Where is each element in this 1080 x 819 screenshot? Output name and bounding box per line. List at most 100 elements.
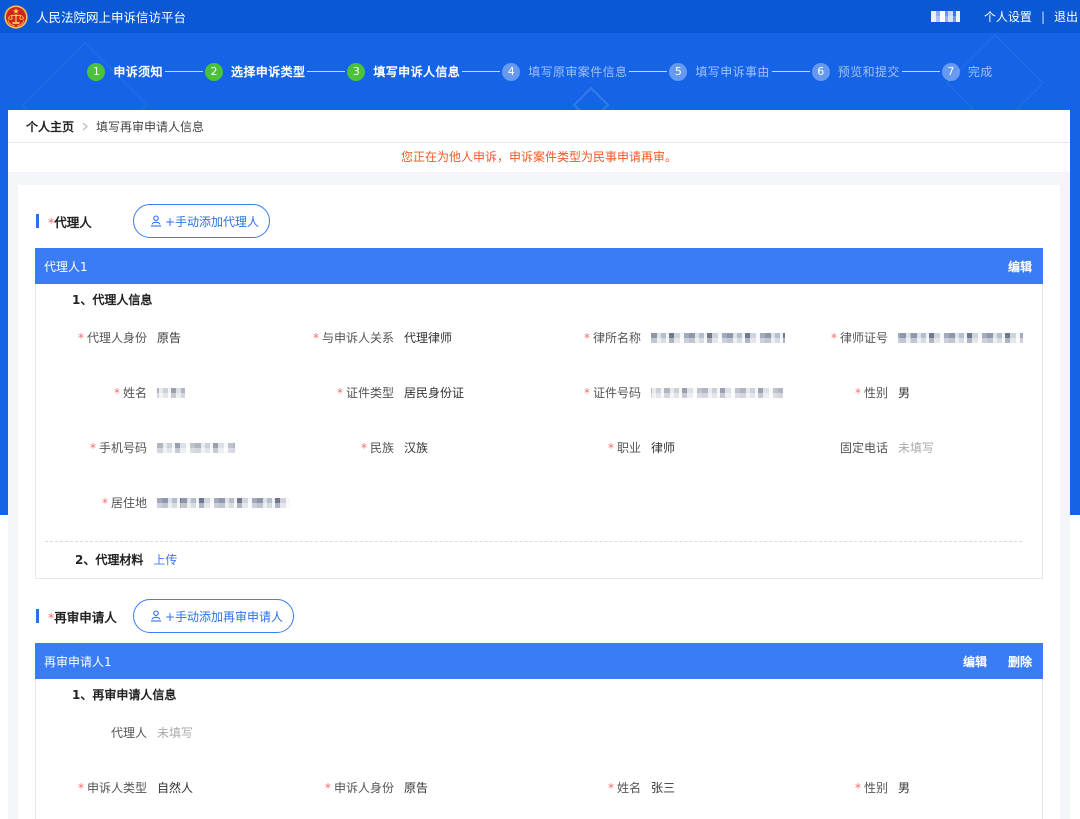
redacted-value — [898, 332, 1023, 343]
edit-agent-button[interactable]: 编辑 — [1008, 258, 1032, 275]
required-mark: * — [336, 386, 343, 400]
field-label-text: 证件号码 — [592, 386, 641, 400]
field-label: * 证件号码 — [539, 384, 641, 401]
field-applicant-type: * 申诉人类型 自然人 — [45, 779, 292, 796]
field-value: 张三 — [651, 781, 676, 795]
main-panel: 个人主页 填写再审申请人信息 您正在为他人申诉，申诉案件类型为民事申请再审。 *… — [8, 110, 1070, 819]
upload-link[interactable]: 上传 — [153, 551, 177, 570]
section-title-text: 再审申请人 — [54, 609, 117, 625]
required-mark: * — [360, 441, 367, 455]
site-title: 人民法院网上申诉信访平台 — [36, 10, 187, 25]
step-5: 5 填写申诉事由 — [669, 62, 769, 81]
field-row: * 申诉人类型 自然人 * 申诉人身份 原告 * 姓名 张三 * 性别 男 — [36, 760, 1042, 815]
field-id-number: * 证件号码 — [539, 384, 786, 401]
field-label-text: 职业 — [616, 441, 641, 455]
menu-separator: | — [1040, 9, 1045, 24]
form-area: *代理人 +手动添加代理人 代理人1 编辑 1、代理人信息 * 代理人身份 原告… — [8, 172, 1070, 819]
field-value: 未填写 — [898, 441, 935, 455]
field-label-text: 固定电话 — [839, 441, 888, 455]
settings-link[interactable]: 个人设置 — [984, 8, 1032, 25]
required-mark: * — [830, 331, 837, 345]
field-label: * 手机号码 — [45, 439, 147, 456]
edit-applicant-button[interactable]: 编辑 — [963, 653, 987, 670]
field-landline: 固定电话 未填写 — [786, 439, 1033, 456]
field-label-text: 姓名 — [122, 386, 147, 400]
field-label: * 性别 — [786, 384, 888, 401]
step-connector — [901, 71, 940, 72]
field-row: * 居住地 — [36, 475, 1042, 530]
field-value: 原告 — [404, 781, 429, 795]
field-agent-identity: * 代理人身份 原告 — [45, 329, 292, 346]
step-number: 1 — [87, 62, 106, 81]
add-applicant-button-label: +手动添加再审申请人 — [165, 609, 284, 624]
field-law-firm: * 律所名称 — [539, 329, 786, 346]
field-label-text: 证件类型 — [345, 386, 394, 400]
breadcrumb: 个人主页 填写再审申请人信息 — [8, 110, 1070, 143]
field-label-text: 代理人 — [110, 726, 147, 740]
field-label-text: 性别 — [863, 781, 888, 795]
field-label: * 代理人身份 — [45, 329, 147, 346]
step-label: 完成 — [967, 65, 993, 79]
step-2: 2 选择申诉类型 — [204, 62, 306, 81]
required-mark: * — [607, 441, 614, 455]
section-title-text: 代理人 — [54, 214, 92, 230]
field-row: * 手机号码 * 民族 汉族 * 职业 律师 固定电话 未填写 — [36, 420, 1042, 475]
required-mark: * — [324, 781, 331, 795]
step-label: 选择申诉类型 — [230, 65, 306, 79]
required-mark: * — [77, 331, 84, 345]
step-number: 7 — [941, 62, 960, 81]
field-label-text: 手机号码 — [98, 441, 147, 455]
field-row: 代理人 未填写 — [36, 705, 1042, 760]
field-label: * 律师证号 — [786, 329, 888, 346]
top-bar: 人民法院网上申诉信访平台 个人设置 | 退出 — [0, 0, 1080, 33]
redacted-value — [157, 442, 235, 453]
required-mark: * — [113, 386, 120, 400]
applicant-card-header: 再审申请人1 编辑 删除 — [35, 643, 1043, 679]
add-applicant-button[interactable]: +手动添加再审申请人 — [133, 599, 295, 633]
field-label-text: 民族 — [369, 441, 394, 455]
section-marker — [36, 214, 39, 228]
delete-applicant-button[interactable]: 删除 — [1008, 653, 1032, 670]
field-label-text: 申诉人身份 — [333, 781, 394, 795]
step-number: 3 — [347, 62, 366, 81]
agent-card-body: 1、代理人信息 *代理人身份 原告 *与申诉人关系 代理律师 *律所名称 — [35, 284, 1043, 579]
step-1: 1 申诉须知 — [87, 62, 163, 81]
step-number: 6 — [811, 62, 830, 81]
field-label: * 姓名 — [539, 779, 641, 796]
chevron-right-icon — [82, 122, 88, 131]
field-label-text: 姓名 — [616, 781, 641, 795]
materials-heading: 2、代理材料 — [75, 553, 144, 567]
redacted-value — [157, 497, 290, 508]
form-card: *代理人 +手动添加代理人 代理人1 编辑 1、代理人信息 * 代理人身份 原告… — [18, 185, 1060, 819]
step-3: 3 填写申诉人信息 — [347, 62, 460, 81]
field-label-text: 与申诉人关系 — [321, 331, 394, 345]
field-value: 未填写 — [157, 726, 194, 740]
court-emblem-icon[interactable] — [4, 4, 28, 29]
field-label: * 姓名 — [45, 384, 147, 401]
logout-link[interactable]: 退出 — [1054, 8, 1078, 25]
required-mark: * — [77, 781, 84, 795]
field-value: 汉族 — [404, 441, 429, 455]
card-title: 再审申请人1 — [44, 654, 112, 669]
add-agent-button[interactable]: +手动添加代理人 — [133, 204, 271, 238]
applicant-card: 再审申请人1 编辑 删除 1、再审申请人信息 代理人 未填写 * 申诉人类型 自… — [35, 643, 1043, 819]
field-label: * 证件类型 — [292, 384, 394, 401]
user-avatar[interactable] — [930, 11, 960, 22]
add-agent-button-label: +手动添加代理人 — [165, 214, 260, 229]
field-label-text: 律所名称 — [592, 331, 641, 345]
field-residence: * 居住地 — [45, 494, 292, 511]
step-label: 预览和提交 — [837, 65, 900, 79]
field-value: 男 — [898, 386, 911, 400]
required-mark: * — [607, 781, 614, 795]
step-number: 5 — [669, 62, 688, 81]
step-connector — [462, 71, 501, 72]
required-mark: * — [583, 386, 590, 400]
field-label: * 申诉人身份 — [292, 779, 394, 796]
step-connector — [307, 71, 346, 72]
required-mark: * — [89, 441, 96, 455]
field-row: * 代理人身份 原告 * 与申诉人关系 代理律师 * 律所名称 * 律师证号 — [36, 310, 1042, 365]
card-actions: 编辑 删除 — [942, 653, 1032, 670]
user-add-icon — [150, 610, 162, 622]
step-connector — [771, 71, 810, 72]
breadcrumb-home[interactable]: 个人主页 — [26, 118, 74, 135]
